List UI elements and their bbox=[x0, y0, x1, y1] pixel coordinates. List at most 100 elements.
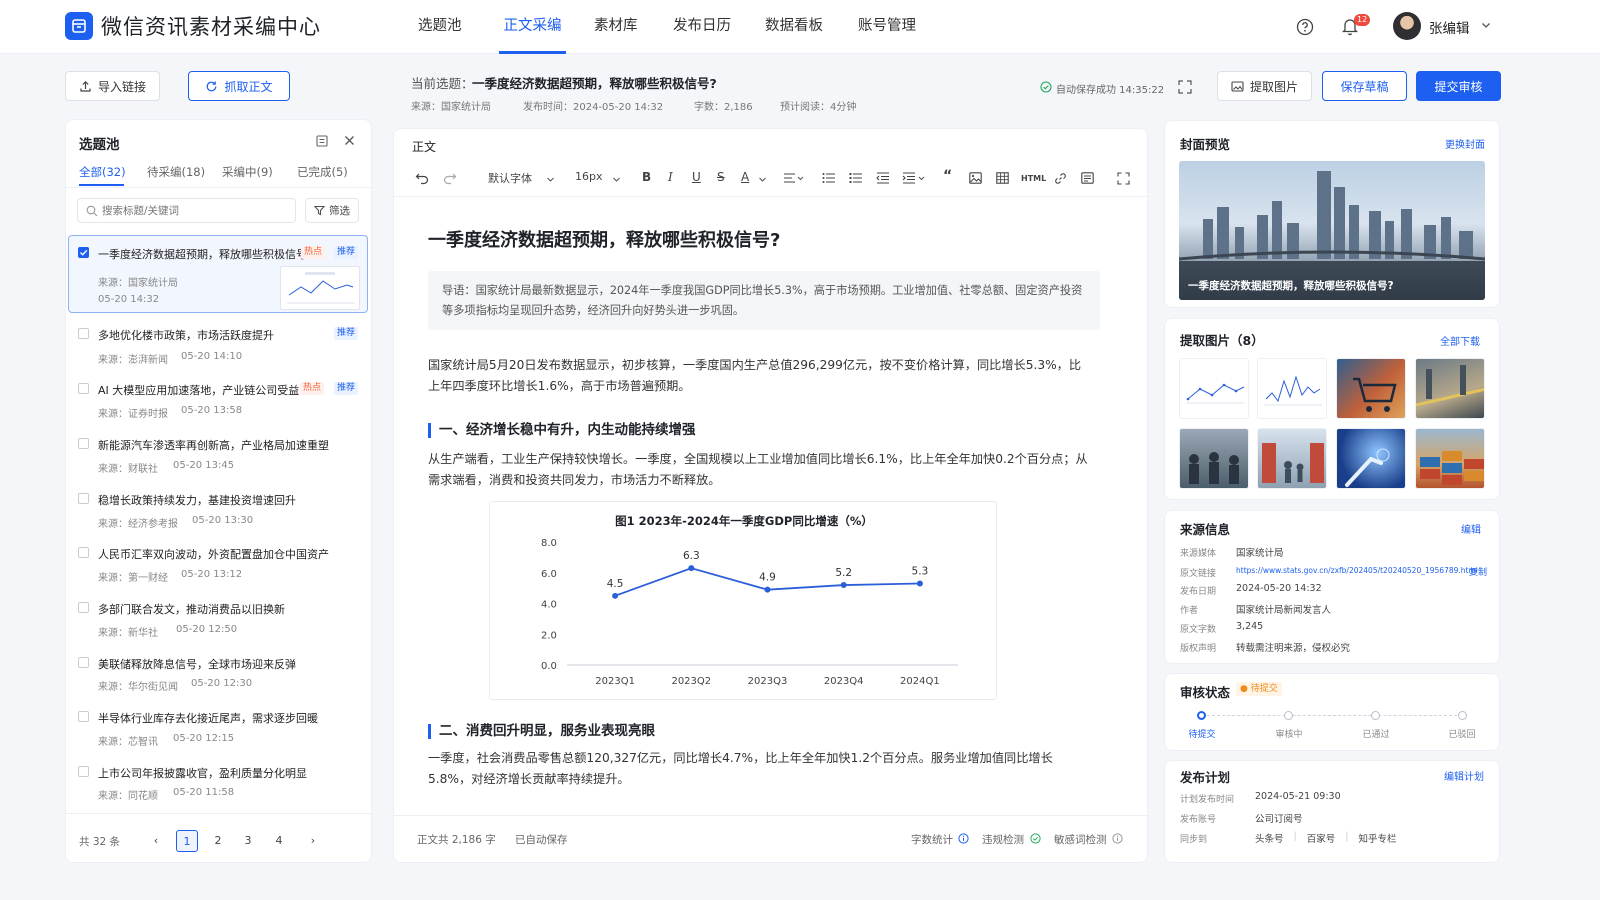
sync-target[interactable]: 头条号 bbox=[1255, 831, 1284, 845]
violation-check-link[interactable]: 违规检测 bbox=[982, 832, 1024, 847]
user-avatar[interactable] bbox=[1393, 12, 1421, 40]
link-icon[interactable] bbox=[1054, 172, 1067, 185]
prev-page-icon[interactable]: ‹ bbox=[145, 830, 167, 852]
fullscreen-icon[interactable] bbox=[1178, 80, 1192, 94]
item-checkbox[interactable] bbox=[78, 438, 89, 449]
download-all-link[interactable]: 全部下载 bbox=[1440, 333, 1480, 348]
tab-all[interactable]: 全部(32) bbox=[79, 164, 126, 180]
next-page-icon[interactable]: › bbox=[302, 830, 324, 852]
save-draft-button[interactable]: 保存草稿 bbox=[1322, 71, 1407, 101]
sync-target[interactable]: 百家号 bbox=[1307, 831, 1336, 845]
change-cover-link[interactable]: 更换封面 bbox=[1445, 136, 1485, 151]
nav-publish-calendar[interactable]: 发布日历 bbox=[673, 0, 731, 54]
nav-account-management[interactable]: 账号管理 bbox=[858, 0, 916, 54]
article-heading[interactable]: 二、消费回升明显，服务业表现亮眼 bbox=[428, 724, 655, 739]
redo-icon[interactable] bbox=[443, 171, 457, 185]
item-checkbox[interactable] bbox=[78, 383, 89, 394]
edit-plan-link[interactable]: 编辑计划 bbox=[1444, 768, 1484, 783]
image-thumb-workers[interactable] bbox=[1179, 428, 1249, 489]
font-color-icon[interactable]: A bbox=[741, 170, 749, 184]
edit-source-link[interactable]: 编辑 bbox=[1461, 521, 1481, 536]
item-checkbox[interactable] bbox=[78, 766, 89, 777]
chevron-down-icon[interactable] bbox=[546, 175, 555, 184]
list-item-title[interactable]: 稳增长政策持续发力，基建投资增速回升 bbox=[98, 492, 296, 508]
page-4[interactable]: 4 bbox=[268, 830, 290, 852]
page-1[interactable]: 1 bbox=[176, 830, 198, 852]
image-thumb-chart-1[interactable] bbox=[1179, 358, 1249, 419]
image-thumb-shopping-cart[interactable] bbox=[1336, 358, 1406, 419]
italic-icon[interactable]: I bbox=[668, 170, 673, 184]
item-checkbox[interactable] bbox=[78, 602, 89, 613]
word-stat-link[interactable]: 字数统计 bbox=[911, 832, 953, 847]
item-checkbox[interactable] bbox=[78, 657, 89, 668]
copy-link-button[interactable]: 复制 bbox=[1469, 565, 1487, 578]
item-checkbox[interactable] bbox=[78, 711, 89, 722]
layout-toggle-icon[interactable] bbox=[316, 135, 328, 147]
list-item-title[interactable]: 上市公司年报披露收官，盈利质量分化明显 bbox=[98, 765, 307, 781]
list-item-title[interactable]: 多地优化楼市政策，市场活跃度提升 bbox=[98, 327, 274, 343]
font-size-select[interactable]: 16px bbox=[575, 170, 603, 183]
item-checkbox[interactable] bbox=[78, 493, 89, 504]
image-thumb-digital-hand[interactable] bbox=[1336, 428, 1406, 489]
fetch-article-button[interactable]: 抓取正文 bbox=[188, 71, 290, 101]
nav-material-library[interactable]: 素材库 bbox=[594, 0, 638, 54]
user-name[interactable]: 张编辑 bbox=[1429, 17, 1470, 37]
item-checkbox[interactable] bbox=[78, 247, 89, 258]
info-icon[interactable] bbox=[1112, 833, 1123, 844]
help-icon[interactable] bbox=[1295, 17, 1315, 37]
chevron-down-icon[interactable] bbox=[612, 175, 621, 184]
search-input[interactable] bbox=[102, 202, 287, 219]
item-checkbox[interactable] bbox=[78, 328, 89, 339]
html-icon[interactable]: HTML bbox=[1021, 174, 1046, 183]
strikethrough-icon[interactable]: S bbox=[717, 170, 725, 184]
insert-image-icon[interactable] bbox=[969, 172, 982, 184]
import-link-button[interactable]: 导入链接 bbox=[65, 71, 160, 101]
table-icon[interactable] bbox=[996, 172, 1009, 184]
list-item-title[interactable]: AI 大模型应用加速落地，产业链公司受益 bbox=[98, 382, 299, 398]
quote-icon[interactable]: “ bbox=[943, 168, 952, 184]
tab-pending[interactable]: 待采编(18) bbox=[147, 164, 205, 180]
image-thumb-factory[interactable] bbox=[1415, 358, 1485, 419]
page-3[interactable]: 3 bbox=[237, 830, 259, 852]
info-icon[interactable] bbox=[958, 833, 969, 844]
editor-fullscreen-icon[interactable] bbox=[1117, 172, 1130, 185]
indent-icon[interactable] bbox=[902, 172, 928, 184]
embed-icon[interactable] bbox=[1081, 172, 1094, 184]
article-paragraph[interactable]: 一季度，社会消费品零售总额120,327亿元，同比增长4.7%，比上年全年加快1… bbox=[428, 748, 1093, 790]
outdent-icon[interactable] bbox=[876, 172, 889, 184]
nav-topic-pool[interactable]: 选题池 bbox=[418, 0, 462, 54]
image-thumb-chart-2[interactable] bbox=[1257, 358, 1327, 419]
bold-icon[interactable]: B bbox=[642, 170, 651, 184]
chevron-down-icon[interactable] bbox=[758, 175, 767, 184]
page-2[interactable]: 2 bbox=[207, 830, 229, 852]
check-circle-icon[interactable] bbox=[1030, 833, 1041, 844]
nav-data-dashboard[interactable]: 数据看板 bbox=[765, 0, 823, 54]
search-box[interactable] bbox=[77, 198, 296, 223]
article-lead[interactable]: 导语：国家统计局最新数据显示，2024年一季度我国GDP同比增长5.3%，高于市… bbox=[442, 281, 1090, 321]
image-thumb-shipping-containers[interactable] bbox=[1415, 428, 1485, 489]
tab-completed[interactable]: 已完成(5) bbox=[297, 164, 348, 180]
close-icon[interactable] bbox=[344, 135, 355, 146]
article-heading[interactable]: 一、经济增长稳中有升，内生动能持续增强 bbox=[428, 423, 696, 438]
bullet-list-icon[interactable] bbox=[822, 172, 835, 184]
undo-icon[interactable] bbox=[415, 171, 429, 185]
extract-images-button[interactable]: 提取图片 bbox=[1217, 71, 1312, 101]
image-thumb-supermarket[interactable] bbox=[1257, 428, 1327, 489]
list-item-title[interactable]: 半导体行业库存去化接近尾声，需求逐步回暖 bbox=[98, 710, 318, 726]
numbered-list-icon[interactable] bbox=[849, 172, 862, 184]
cover-image[interactable]: 一季度经济数据超预期，释放哪些积极信号? bbox=[1179, 161, 1485, 300]
list-item-title[interactable]: 多部门联合发文，推动消费品以旧换新 bbox=[98, 601, 285, 617]
item-checkbox[interactable] bbox=[78, 547, 89, 558]
list-item-title[interactable]: 美联储释放降息信号，全球市场迎来反弹 bbox=[98, 656, 296, 672]
font-family-select[interactable]: 默认字体 bbox=[488, 170, 532, 186]
underline-icon[interactable]: U bbox=[692, 170, 701, 184]
tab-in-progress[interactable]: 采编中(9) bbox=[222, 164, 273, 180]
filter-button[interactable]: 筛选 bbox=[305, 198, 359, 223]
list-item-title[interactable]: 新能源汽车渗透率再创新高，产业格局加速重塑 bbox=[98, 437, 329, 453]
sync-target[interactable]: 知乎专栏 bbox=[1358, 831, 1396, 845]
article-paragraph[interactable]: 从生产端看，工业生产保持较快增长。一季度，全国规模以上工业增加值同比增长6.1%… bbox=[428, 449, 1093, 491]
article-title[interactable]: 一季度经济数据超预期，释放哪些积极信号? bbox=[428, 226, 780, 252]
original-link-value[interactable]: https://www.stats.gov.cn/zxfb/202405/t20… bbox=[1236, 566, 1478, 575]
align-icon[interactable] bbox=[783, 172, 805, 184]
list-item-title[interactable]: 人民币汇率双向波动，外资配置盘加仓中国资产 bbox=[98, 546, 329, 562]
